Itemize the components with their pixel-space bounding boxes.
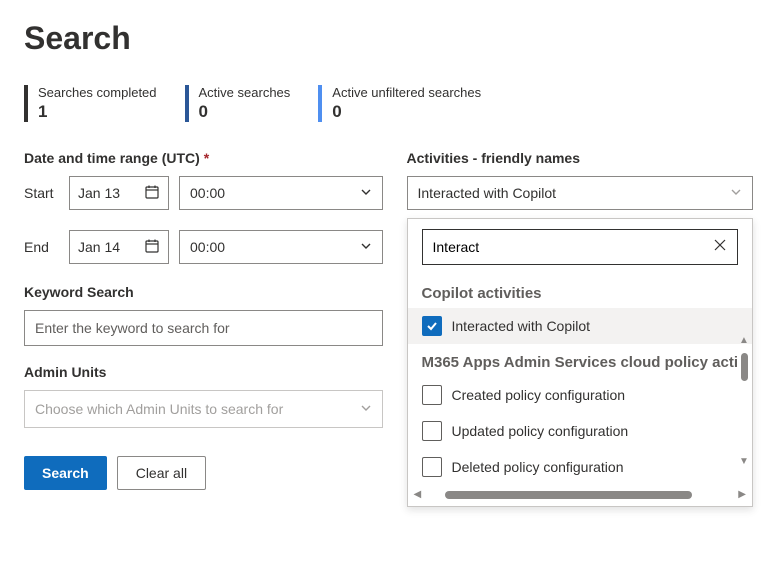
scroll-right-icon[interactable]: ▶ xyxy=(738,489,746,500)
activities-search-input[interactable] xyxy=(433,239,714,255)
start-date-value: Jan 13 xyxy=(78,185,120,201)
start-date-input[interactable]: Jan 13 xyxy=(69,176,169,210)
stat-active-searches: Active searches 0 xyxy=(185,85,291,122)
chevron-down-icon xyxy=(360,185,372,201)
clear-search-icon[interactable] xyxy=(713,238,727,257)
option-label: Created policy configuration xyxy=(452,387,626,403)
end-time-input[interactable]: 00:00 xyxy=(179,230,383,264)
activities-dropdown: Copilot activities Interacted with Copil… xyxy=(407,218,754,507)
option-label: Interacted with Copilot xyxy=(452,318,591,334)
activities-selected-value: Interacted with Copilot xyxy=(418,185,557,201)
chevron-down-icon xyxy=(360,239,372,255)
start-label: Start xyxy=(24,185,59,201)
end-time-value: 00:00 xyxy=(190,239,225,255)
keyword-placeholder: Enter the keyword to search for xyxy=(35,320,230,336)
search-button[interactable]: Search xyxy=(24,456,107,490)
chevron-down-icon xyxy=(360,401,372,417)
end-date-input[interactable]: Jan 14 xyxy=(69,230,169,264)
start-time-value: 00:00 xyxy=(190,185,225,201)
page-title: Search xyxy=(24,20,753,57)
keyword-label: Keyword Search xyxy=(24,284,383,300)
scroll-thumb[interactable] xyxy=(741,353,748,381)
start-time-input[interactable]: 00:00 xyxy=(179,176,383,210)
option-created-policy-configuration[interactable]: Created policy configuration xyxy=(408,377,753,413)
admin-units-input[interactable]: Choose which Admin Units to search for xyxy=(24,390,383,428)
activities-label: Activities - friendly names xyxy=(407,150,754,166)
vertical-scrollbar[interactable]: ▲ ▼ xyxy=(738,335,750,467)
option-deleted-policy-configuration[interactable]: Deleted policy configuration xyxy=(408,449,753,485)
admin-units-label: Admin Units xyxy=(24,364,383,380)
stat-label: Active searches xyxy=(199,85,291,100)
calendar-icon[interactable] xyxy=(144,238,160,257)
daterange-label: Date and time range (UTC) * xyxy=(24,150,383,166)
activities-search-box[interactable] xyxy=(422,229,739,265)
activities-combo[interactable]: Interacted with Copilot xyxy=(407,176,754,210)
checkbox-icon[interactable] xyxy=(422,385,442,405)
stat-active-unfiltered: Active unfiltered searches 0 xyxy=(318,85,481,122)
chevron-down-icon xyxy=(730,185,742,201)
option-label: Deleted policy configuration xyxy=(452,459,624,475)
stat-value: 1 xyxy=(38,102,157,122)
option-updated-policy-configuration[interactable]: Updated policy configuration xyxy=(408,413,753,449)
stat-searches-completed: Searches completed 1 xyxy=(24,85,157,122)
stat-label: Searches completed xyxy=(38,85,157,100)
stat-value: 0 xyxy=(199,102,291,122)
option-group-label: M365 Apps Admin Services cloud policy ac… xyxy=(408,344,753,377)
checkbox-checked-icon[interactable] xyxy=(422,316,442,336)
checkbox-icon[interactable] xyxy=(422,421,442,441)
stat-label: Active unfiltered searches xyxy=(332,85,481,100)
scroll-left-icon[interactable]: ◀ xyxy=(414,489,422,500)
option-interacted-with-copilot[interactable]: Interacted with Copilot xyxy=(408,308,753,344)
scroll-up-icon[interactable]: ▲ xyxy=(739,335,749,346)
end-date-value: Jan 14 xyxy=(78,239,120,255)
option-group-label: Copilot activities xyxy=(408,275,753,308)
admin-units-placeholder: Choose which Admin Units to search for xyxy=(35,401,283,417)
horizontal-scrollbar[interactable]: ◀ ▶ xyxy=(408,485,753,506)
scroll-down-icon[interactable]: ▼ xyxy=(739,456,749,467)
end-label: End xyxy=(24,239,59,255)
stat-value: 0 xyxy=(332,102,481,122)
required-marker: * xyxy=(204,150,209,166)
clear-all-button[interactable]: Clear all xyxy=(117,456,206,490)
option-label: Updated policy configuration xyxy=(452,423,629,439)
scroll-thumb[interactable] xyxy=(445,491,692,499)
checkbox-icon[interactable] xyxy=(422,457,442,477)
keyword-input[interactable]: Enter the keyword to search for xyxy=(24,310,383,346)
calendar-icon[interactable] xyxy=(144,184,160,203)
stats-bar: Searches completed 1 Active searches 0 A… xyxy=(24,85,753,122)
